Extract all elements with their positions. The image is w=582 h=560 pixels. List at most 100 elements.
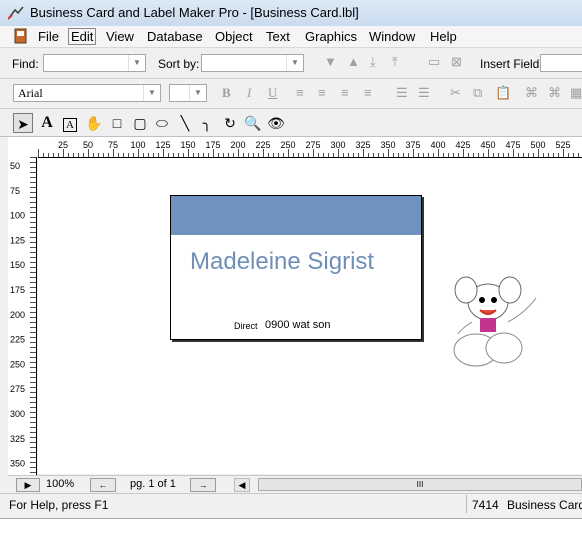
bold-button[interactable]: B [222,85,231,101]
card-phone[interactable]: 0900 wat son [265,319,330,331]
ellipse-tool-icon[interactable]: ⬭ [152,113,172,133]
ruler-h-label: 150 [180,140,195,150]
cut-icon[interactable]: ✂ [450,85,461,101]
next-page-icon[interactable]: → [190,478,216,492]
menu-graphics[interactable]: Graphics [305,29,357,44]
business-card[interactable]: Madeleine Sigrist Direct 0900 wat son [170,195,422,340]
arrow-first-icon[interactable]: ⤒ [392,54,398,70]
ruler-h-label: 50 [83,140,93,150]
ruler-v-label: 200 [10,310,25,320]
zoom-level[interactable]: 100% [46,478,74,490]
format-toolbar: Arial ▼ ▼ B I U ≡ ≡ ≡ ≡ ☰ ☰ ✂ ⧉ 📋 ⌘ ⌘ ▦ [0,79,582,109]
scroll-left-icon[interactable]: ◀ [234,478,250,492]
ruler-h-label: 475 [505,140,520,150]
menu-help[interactable]: Help [430,29,457,44]
ruler-h-label: 400 [430,140,445,150]
justify-icon[interactable]: ≡ [364,85,372,100]
sort-label: Sort by: [158,57,200,71]
arrow-last-icon[interactable]: ⤓ [370,54,376,70]
align-left-icon[interactable]: ≡ [296,85,304,100]
mouse-cartoon-image[interactable] [436,262,546,372]
align-right-icon[interactable]: ≡ [341,85,349,100]
prev-page-icon[interactable]: ← [90,478,116,492]
ruler-h-label: 125 [155,140,170,150]
list-icon[interactable]: ☰ [418,85,430,101]
hand-tool-icon[interactable]: ✋ [84,113,104,133]
menu-edit[interactable]: Edit [68,28,97,45]
menu-object[interactable]: Object [215,29,253,44]
status-document: Business Card [507,498,582,512]
copy-icon[interactable]: ⧉ [473,85,482,101]
drawing-toolbar: ➤ A A ✋ □ ▢ ⬭ ╲ ╮ ↻ 🔍 👁 [0,109,582,137]
menu-database[interactable]: Database [147,29,203,44]
status-count: 7414 [472,498,499,512]
menu-text[interactable]: Text [266,29,290,44]
title-bar: Business Card and Label Maker Pro - [Bus… [0,0,582,26]
font-size-combo[interactable]: ▼ [169,84,207,102]
paste-icon[interactable]: 📋 [495,85,511,101]
play-icon[interactable]: ▶ [16,478,40,492]
ungroup-icon[interactable]: ⌘ [548,85,561,101]
group-icon[interactable]: ⌘ [525,85,538,101]
text-tool-icon[interactable]: A [37,113,57,133]
ruler-h-label: 450 [480,140,495,150]
arrange-icon[interactable]: ▦ [570,85,582,101]
ruler-v-label: 100 [10,211,25,221]
underline-button[interactable]: U [268,85,277,101]
zoom-tool-icon[interactable]: 🔍 [243,113,263,133]
find-toolbar: Find: ▼ Sort by: ▼ ▼ ▲ ⤓ ⤒ ▭ ⊠ Insert Fi… [0,48,582,79]
arc-tool-icon[interactable]: ╮ [197,113,217,133]
horizontal-ruler: 25 50 75 100 125 150 175 200 225 250 275 300 325 350 3… [38,137,582,158]
document-icon [14,28,27,44]
ruler-h-label: 175 [205,140,220,150]
menu-file[interactable]: File [38,29,59,44]
arrow-up-icon[interactable]: ▲ [347,54,360,69]
horizontal-scrollbar-area: ▶ 100% ← pg. 1 of 1 → ◀ III [8,475,582,494]
page-indicator: pg. 1 of 1 [130,478,176,490]
vertical-ruler-ticks: 50 75 100 125 150 175 200 225 250 275 300 325 350 [10,157,36,473]
menu-window[interactable]: Window [369,29,415,44]
menu-view[interactable]: View [106,29,134,44]
status-bar: For Help, press F1 7414 Business Card [0,493,582,516]
status-divider [466,495,467,513]
ruler-h-label: 300 [330,140,345,150]
ruler-v-label: 125 [10,235,25,245]
ruler-h-label: 250 [280,140,295,150]
line-tool-icon[interactable]: ╲ [175,113,195,133]
chevron-down-icon: ▼ [286,55,303,71]
font-combo[interactable]: Arial ▼ [13,84,161,102]
ruler-v-label: 250 [10,359,25,369]
ruler-v-label: 275 [10,384,25,394]
align-center-icon[interactable]: ≡ [318,85,326,100]
card-header-band[interactable] [171,196,421,235]
ruler-h-label: 425 [455,140,470,150]
card-name[interactable]: Madeleine Sigrist [190,248,374,276]
card-direct-label[interactable]: Direct [234,321,258,331]
find-combo[interactable]: ▼ [43,54,146,72]
ruler-h-label: 375 [405,140,420,150]
ruler-h-label: 525 [555,140,570,150]
add-record-icon[interactable]: ▭ [428,54,440,70]
line-spacing-icon[interactable]: ☰ [396,85,408,101]
pointer-tool-icon[interactable]: ➤ [13,113,33,133]
horizontal-ruler-ticks: 25 50 75 100 125 150 175 200 225 250 275 300 325 350 3… [38,140,579,157]
eye-tool-icon[interactable]: 👁 [266,113,286,133]
ruler-v-label: 50 [10,161,20,171]
app-icon [8,6,24,20]
rotate-tool-icon[interactable]: ↻ [220,113,240,133]
insert-field-combo[interactable] [540,54,582,72]
rectangle-tool-icon[interactable]: □ [107,113,127,133]
italic-button[interactable]: I [247,85,251,101]
delete-record-icon[interactable]: ⊠ [451,54,462,70]
sort-combo[interactable]: ▼ [201,54,304,72]
rounded-rectangle-tool-icon[interactable]: ▢ [130,113,150,133]
text-box-tool-icon[interactable]: A [60,113,80,133]
status-help: For Help, press F1 [9,498,109,512]
ruler-h-label: 325 [355,140,370,150]
arrow-down-icon[interactable]: ▼ [324,54,337,69]
ruler-corner [8,137,38,157]
ruler-h-label: 275 [305,140,320,150]
ruler-h-label: 500 [530,140,545,150]
ruler-h-label: 200 [230,140,245,150]
scroll-thumb[interactable]: III [258,478,582,491]
